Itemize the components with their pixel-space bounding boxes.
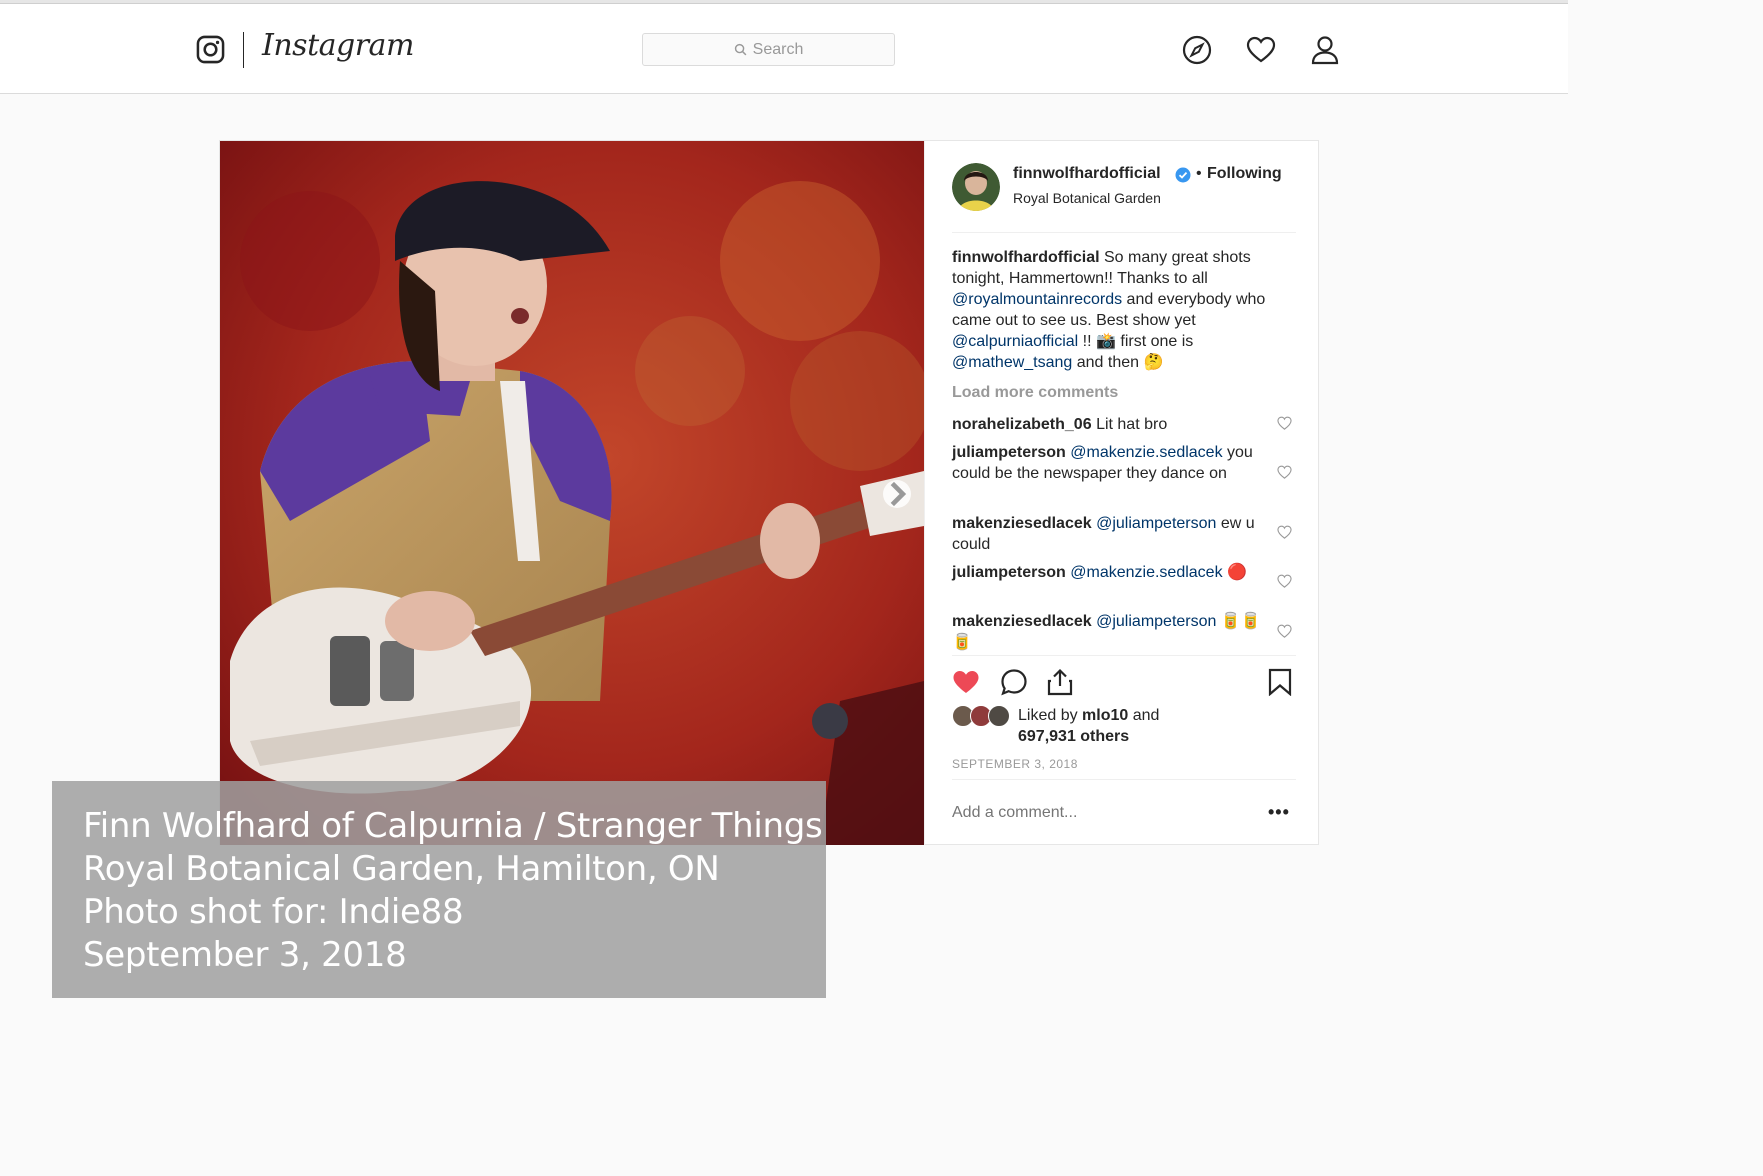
search-input[interactable]: Search xyxy=(642,33,895,66)
post-side-panel: finnwolfhardofficial • Following Royal B… xyxy=(924,141,1320,845)
caption-mention[interactable]: @calpurniaofficial xyxy=(952,333,1078,350)
load-more-comments-link[interactable]: Load more comments xyxy=(952,384,1118,402)
verified-badge-icon xyxy=(1175,167,1191,183)
caption-mention[interactable]: @mathew_tsang xyxy=(952,354,1072,371)
caption-mention[interactable]: @royalmountainrecords xyxy=(952,291,1122,308)
comment-like-heart-icon[interactable] xyxy=(1277,624,1292,639)
next-photo-button[interactable] xyxy=(883,480,911,508)
concert-photo-guitarist xyxy=(220,141,924,845)
liked-by-user[interactable]: mlo10 xyxy=(1082,707,1128,724)
following-button[interactable]: Following xyxy=(1207,165,1282,183)
comment-item: norahelizabeth_06 Lit hat bro xyxy=(952,414,1262,435)
comment-item: makenziesedlacek @juliampeterson 🥫🥫🥫 xyxy=(952,611,1262,653)
search-placeholder: Search xyxy=(752,40,804,58)
explore-compass-icon[interactable] xyxy=(1182,35,1212,65)
save-bookmark-icon[interactable] xyxy=(1266,668,1294,696)
comment-item: juliampeterson @makenzie.sedlacek you co… xyxy=(952,442,1262,484)
liked-by-prefix: Liked by xyxy=(1018,707,1083,724)
liked-by-and: and xyxy=(1128,707,1160,724)
liked-by-others-count[interactable]: 697,931 others xyxy=(1018,728,1129,745)
add-comment-input[interactable] xyxy=(952,804,1252,822)
overlay-line-title: Finn Wolfhard of Calpurnia / Stranger Th… xyxy=(83,806,823,846)
comment-text: 🔴 xyxy=(1227,564,1247,581)
photo-credit-overlay: Finn Wolfhard of Calpurnia / Stranger Th… xyxy=(52,781,826,998)
comment-mention[interactable]: @juliampeterson xyxy=(1096,613,1216,630)
instagram-camera-icon[interactable] xyxy=(196,35,225,64)
comment-username[interactable]: makenziesedlacek xyxy=(952,613,1092,630)
overlay-line-credit: Photo shot for: Indie88 xyxy=(83,892,464,932)
share-upload-icon[interactable] xyxy=(1046,668,1074,696)
header-separator: • xyxy=(1196,165,1202,182)
comment-text: Lit hat bro xyxy=(1096,416,1168,433)
post-timestamp[interactable]: SEPTEMBER 3, 2018 xyxy=(952,757,1078,771)
post-actions-bar xyxy=(952,655,1296,705)
caption-text: and then 🤔 xyxy=(1072,354,1164,371)
post-caption: finnwolfhardofficial So many great shots… xyxy=(952,247,1296,373)
liker-avatars xyxy=(952,705,1016,729)
logo-divider xyxy=(243,32,244,68)
comment-item: makenziesedlacek @juliampeterson ew u co… xyxy=(952,513,1262,555)
profile-user-icon[interactable] xyxy=(1310,35,1340,65)
liker-avatar[interactable] xyxy=(988,705,1010,727)
activity-heart-icon[interactable] xyxy=(1246,35,1276,65)
comment-mention[interactable]: @makenzie.sedlacek xyxy=(1070,564,1222,581)
like-heart-filled-icon[interactable] xyxy=(952,668,980,696)
add-comment-row: ••• xyxy=(952,779,1296,845)
post-photo[interactable] xyxy=(220,141,924,845)
likes-summary: Liked by mlo10 and 697,931 others xyxy=(952,705,1296,755)
post-card: finnwolfhardofficial • Following Royal B… xyxy=(219,140,1319,845)
comment-bubble-icon[interactable] xyxy=(1000,668,1028,696)
comment-username[interactable]: juliampeterson xyxy=(952,444,1066,461)
comment-username[interactable]: makenziesedlacek xyxy=(952,515,1092,532)
top-navbar: Instagram Search xyxy=(0,4,1568,94)
comment-mention[interactable]: @makenzie.sedlacek xyxy=(1070,444,1222,461)
comment-like-heart-icon[interactable] xyxy=(1277,574,1292,589)
comment-username[interactable]: juliampeterson xyxy=(952,564,1066,581)
comment-mention[interactable]: @juliampeterson xyxy=(1096,515,1216,532)
instagram-wordmark[interactable]: Instagram xyxy=(262,28,414,63)
overlay-line-location: Royal Botanical Garden, Hamilton, ON xyxy=(83,849,720,889)
post-header: finnwolfhardofficial • Following Royal B… xyxy=(952,161,1296,233)
author-avatar[interactable] xyxy=(952,163,1000,211)
comment-item: juliampeterson @makenzie.sedlacek 🔴 xyxy=(952,562,1262,583)
chevron-right-icon xyxy=(890,481,907,507)
author-username[interactable]: finnwolfhardofficial xyxy=(1013,165,1161,183)
comment-like-heart-icon[interactable] xyxy=(1277,416,1292,431)
more-options-icon[interactable]: ••• xyxy=(1268,802,1290,823)
search-icon xyxy=(734,43,747,56)
comment-username[interactable]: norahelizabeth_06 xyxy=(952,416,1092,433)
post-location[interactable]: Royal Botanical Garden xyxy=(1013,190,1161,206)
caption-username[interactable]: finnwolfhardofficial xyxy=(952,249,1100,266)
comment-like-heart-icon[interactable] xyxy=(1277,525,1292,540)
comment-like-heart-icon[interactable] xyxy=(1277,465,1292,480)
caption-text: !! 📸 first one is xyxy=(1078,333,1194,350)
overlay-line-date: September 3, 2018 xyxy=(83,935,407,975)
liked-by-text: Liked by mlo10 and 697,931 others xyxy=(1018,705,1159,747)
